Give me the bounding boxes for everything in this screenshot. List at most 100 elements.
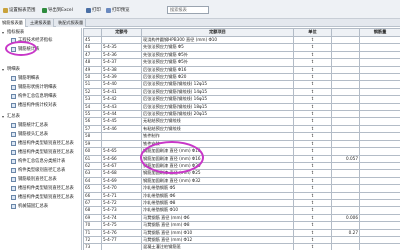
table-row[interactable]: 47 5-4-36 先张法预应力钢筋 Φ5外 t [83,50,400,60]
table-row[interactable]: 58 铁件制作 t [83,132,400,141]
table-row[interactable]: 72 5-4-77 马凳钢筋 直径 (mm) Φ12 t [83,235,400,245]
table-row[interactable]: 68 5-4-73 冷轧带肋钢筋 Φ10 t [83,206,400,215]
table-row[interactable]: 52 5-4-41 后张法预应力钢筋(钢绞线) 14φ15 t [83,87,400,97]
quota-item-cell: 后张法预应力钢筋(钢绞线) 12φ15 [141,80,294,89]
table-row[interactable]: 56 5-4-45 无粘结预应力钢绞线 t [83,117,400,126]
quota-code-cell: 5-4-42 [101,95,142,104]
table-row[interactable]: 49 5-4-38 后张法预应力钢筋 Φ16 t [83,65,400,75]
print-preview-icon [106,7,111,13]
table-row[interactable]: 61 5-4-66 钢筋加固刷漆 直径 (mm) Φ16 t 0.057 [83,154,400,163]
print-preview-button[interactable]: 打印预览 [106,6,130,14]
rebar-cell [359,65,400,75]
row-index-cell: 61 [83,154,102,163]
table-row[interactable]: 64 5-4-69 钢筋加固刷漆 直径 (mm) Φ32 t [83,176,400,186]
unit-cell: t [293,80,332,89]
rebar-cell [359,243,400,250]
tab-prefab-report[interactable]: 装配式报表量 [56,19,87,27]
row-index-cell: 65 [83,184,102,193]
row-index-cell: 45 [83,35,102,45]
unit-cell: t [293,221,332,230]
table-row[interactable]: 53 5-4-42 后张法预应力钢筋(钢绞线) 16φ15 t [83,95,400,104]
quota-item-cell: 冷轧带肋钢筋 Φ10 [141,206,294,215]
unit-cell: t [293,228,332,237]
quantity-cell: 0.006 [331,213,360,223]
quota-code-cell: 5-4-67 [101,161,142,171]
table-row[interactable]: 54 5-4-43 后张法预应力钢筋(钢绞线) 18φ15 t [83,102,400,112]
rebar-cell [359,102,400,112]
unit-cell: t [293,176,332,186]
rebar-cell [359,43,400,52]
table-row[interactable]: 67 5-4-72 冷轧带肋钢筋 Φ8 t [83,198,400,208]
report-range-button[interactable]: 设置报表范围 [3,6,35,14]
quota-item-cell: 先张法预应力钢筋 Φ5外 [141,50,294,60]
export-excel-button[interactable]: 导出到Excel [42,6,73,14]
table-row[interactable]: 66 5-4-71 冷轧带肋钢筋 Φ6 t [83,191,400,200]
report-icon [11,94,16,99]
quantity-cell [331,235,360,245]
table-row[interactable]: 70 5-4-75 马凳钢筋 直径 (mm) Φ8 t [83,221,400,230]
table-row[interactable]: 46 5-4-35 先张法预应力钢筋 Φ5 t [83,43,400,52]
col-header-rebar: 钢筋量 [359,28,400,37]
settings-icon [3,7,8,13]
quota-code-cell [101,139,142,149]
row-index-cell: 53 [83,95,102,104]
quota-code-cell: 5-4-38 [101,65,142,75]
col-header-item: 定额项目 [141,28,294,37]
table-row[interactable]: 55 5-4-44 后张法预应力钢筋(钢绞线) 20φ15 t [83,110,400,119]
table-row[interactable]: 71 5-4-76 马凳钢筋 直径 (mm) Φ10 t 0.27 [83,228,400,237]
table-row[interactable]: 73 混凝土灌注桩钢筋笼 t [83,243,400,250]
table-row[interactable]: 50 5-4-39 后张法预应力钢筋 Φ20 t [83,73,400,82]
row-index-cell: 56 [83,117,102,126]
quantity-cell [331,221,360,230]
rebar-cell [359,95,400,104]
unit-cell: t [293,154,332,163]
table-row[interactable]: 57 5-4-46 有粘结预应力钢绞线 t [83,124,400,134]
tab-civil-report[interactable]: 土建报表量 [28,19,54,27]
quota-code-cell: 5-4-74 [101,213,142,223]
unit-cell: t [293,110,332,119]
row-index-cell: 59 [83,139,102,149]
table-row[interactable]: 51 5-4-40 后张法预应力钢筋(钢绞线) 12φ15 t [83,80,400,89]
report-icon [11,177,16,182]
row-index-cell: 66 [83,191,102,200]
tab-rebar-report[interactable]: 钢筋报表量 [0,19,26,27]
quantity-cell [331,65,360,75]
report-tabs: 钢筋报表量 土建报表量 装配式报表量 [0,19,400,27]
table-row[interactable]: 59 铁件安装 t [83,139,400,149]
table-row[interactable]: 63 5-4-68 钢筋加固刷漆 直径 (mm) Φ25 t [83,169,400,178]
table-row[interactable]: 69 5-4-74 马凳钢筋 直径 (mm) Φ6 t 0.006 [83,213,400,223]
row-index-cell: 62 [83,161,102,171]
report-icon [11,123,16,128]
col-header-unit: 单位 [293,28,332,37]
quota-item-cell: 后张法预应力钢筋(钢绞线) 18φ15 [141,102,294,112]
highlight-circle-sidebar [5,41,37,56]
row-index-cell: 69 [83,213,102,223]
quantity-cell [331,43,360,52]
table-row[interactable]: 62 5-4-67 钢筋加固刷漆 直径 (mm) Φ20 t [83,161,400,171]
unit-cell: t [293,43,332,52]
table-row[interactable]: 48 5-4-37 先张法预应力钢筋 Φ5外 t [83,58,400,67]
unit-cell: t [293,58,332,67]
table-row[interactable]: 60 5-4-65 钢筋加固刷漆 直径 (mm) Φ10 t [83,147,400,156]
table-row[interactable]: 45 现浇构件圆钢HPB300 直径 (mm) Φ10 t [83,35,400,45]
col-header-index [83,28,102,37]
quantity-cell [331,169,360,178]
quota-code-cell: 5-4-41 [101,87,142,97]
rebar-cell [359,213,400,223]
col-header-qty [331,28,360,37]
quantity-cell [331,191,360,200]
rebar-cell [359,147,400,156]
quota-code-cell: 5-4-76 [101,228,142,237]
rebar-cell [359,35,400,45]
report-icon [11,132,16,137]
quota-code-cell: 5-4-72 [101,198,142,208]
row-index-cell: 73 [83,243,102,250]
quantity-cell: 0.27 [331,228,360,237]
table-row[interactable]: 65 5-4-70 冷轧带肋钢筋 Φ5 t [83,184,400,193]
report-search-input[interactable]: 搜索报表 [167,6,209,14]
quantity-cell [331,110,360,119]
report-icon [11,168,16,173]
rebar-cell [359,117,400,126]
print-button[interactable]: 打印 [86,6,101,14]
quota-code-cell: 5-4-66 [101,154,142,163]
